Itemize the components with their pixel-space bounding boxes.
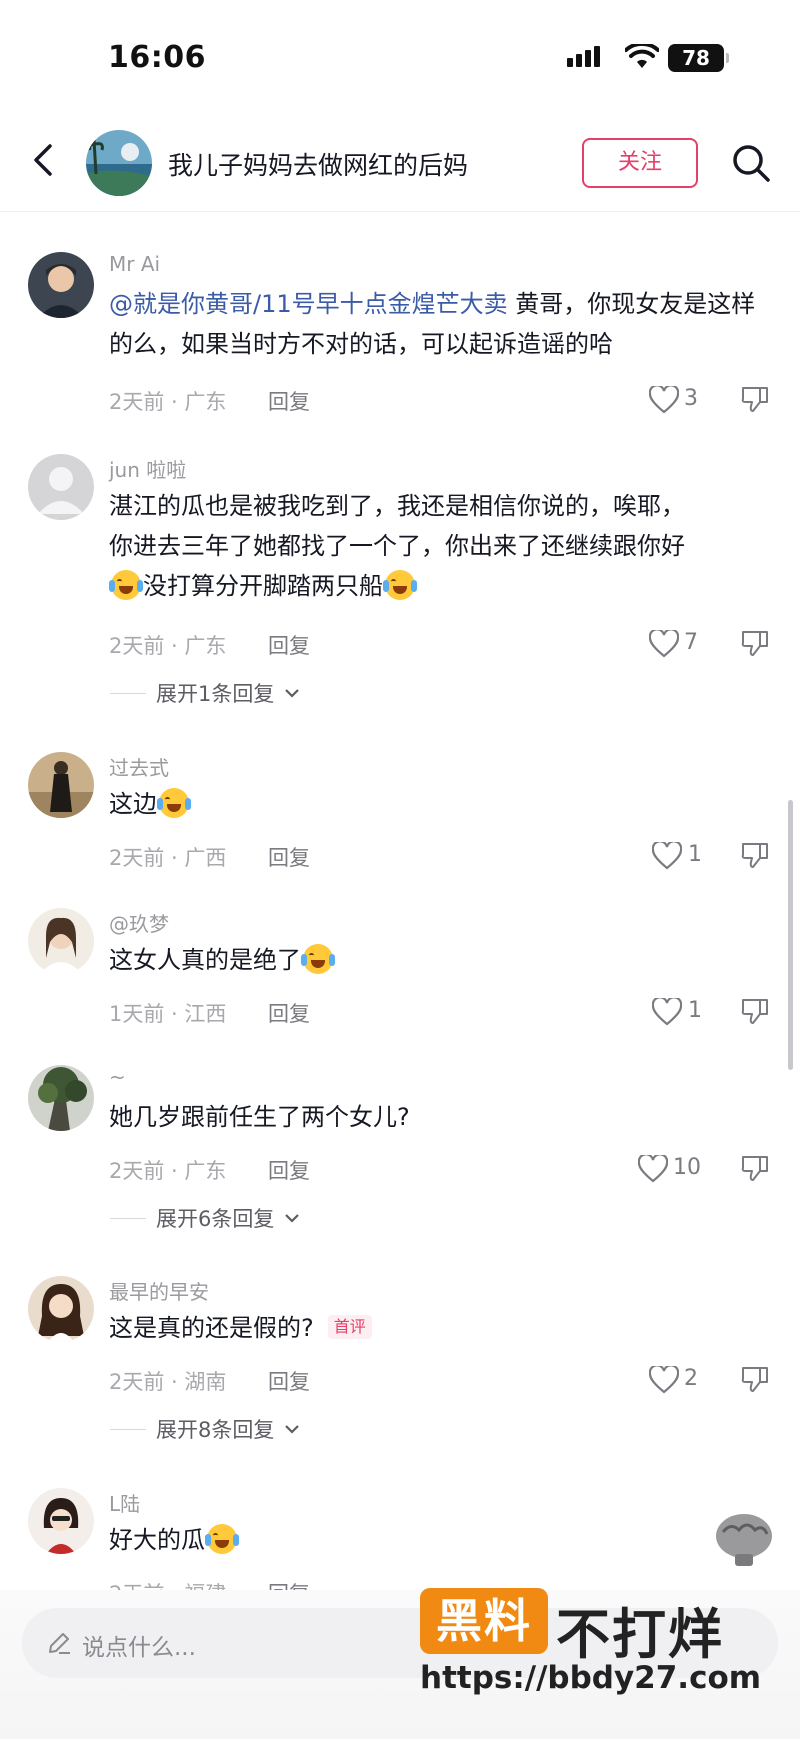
- status-time: 16:06: [108, 40, 206, 75]
- reply-button[interactable]: 回复: [268, 386, 310, 416]
- laughing-crying-emoji: [205, 1524, 239, 1554]
- follow-button[interactable]: 关注: [582, 138, 698, 188]
- comment-text: @就是你黄哥/11号早十点金煌芒大卖 黄哥，你现女友是这样的么，如果当时方不对的…: [109, 290, 756, 358]
- watermark-badge: 黑料: [420, 1588, 548, 1654]
- like-count: 1: [688, 842, 702, 867]
- laughing-crying-emoji: [383, 570, 417, 600]
- comment-meta: 2天前 · 湖南: [109, 1370, 227, 1394]
- reply-button[interactable]: 回复: [268, 630, 310, 660]
- pen-icon: [49, 1633, 70, 1654]
- comment-mention[interactable]: @就是你黄哥/11号早十点金煌芒大卖: [109, 290, 508, 318]
- comment-item: ~ 她几岁跟前任生了两个女儿? 2天前 · 广东 回复 10 展开6条回复: [0, 1065, 800, 1245]
- watermark: 黑料 不打烊 https://bbdy27.com: [420, 1588, 780, 1718]
- dislike-icon[interactable]: [740, 384, 770, 414]
- scrollbar[interactable]: [788, 800, 793, 1070]
- heart-icon[interactable]: [652, 842, 682, 870]
- chevron-down-icon: [285, 689, 300, 698]
- like-count: 2: [684, 1366, 698, 1391]
- comment-username[interactable]: 过去式: [109, 752, 169, 781]
- laughing-crying-emoji: [109, 570, 143, 600]
- author-avatar[interactable]: [86, 130, 152, 196]
- comment-username[interactable]: L陆: [109, 1488, 140, 1517]
- avatar[interactable]: [28, 454, 94, 520]
- avatar[interactable]: [28, 908, 94, 974]
- watermark-title: 不打烊: [556, 1603, 724, 1666]
- dislike-icon[interactable]: [740, 1364, 770, 1394]
- heart-icon[interactable]: [638, 1155, 668, 1183]
- floating-emoji-icon[interactable]: [713, 1510, 775, 1568]
- comment-username[interactable]: 最早的早安: [109, 1276, 209, 1305]
- comment-item: @玖梦 这女人真的是绝了 1天前 · 江西 回复 1: [0, 908, 800, 1038]
- comment-meta: 1天前 · 江西: [109, 1002, 227, 1026]
- expand-replies-button[interactable]: 展开1条回复: [110, 678, 300, 708]
- avatar[interactable]: [28, 1276, 94, 1342]
- comment-meta: 2天前 · 广东: [109, 390, 227, 414]
- input-placeholder: 说点什么...: [82, 1635, 196, 1661]
- like-count: 1: [688, 998, 702, 1023]
- heart-icon[interactable]: [649, 630, 679, 658]
- watermark-url: https://bbdy27.com: [420, 1660, 762, 1696]
- comment-meta: 2天前 · 广西: [109, 846, 227, 870]
- comment-item: 最早的早安 这是真的还是假的? 首评 2天前 · 湖南 回复 2 展开8条回复: [0, 1276, 800, 1456]
- comment-item: Mr Ai @就是你黄哥/11号早十点金煌芒大卖 黄哥，你现女友是这样的么，如果…: [0, 252, 800, 422]
- page-title: 我儿子妈妈去做网红的后妈: [168, 151, 469, 180]
- expand-replies-button[interactable]: 展开8条回复: [110, 1414, 300, 1444]
- avatar[interactable]: [28, 252, 94, 318]
- heart-icon[interactable]: [649, 386, 679, 414]
- status-bar: 16:06 78: [0, 0, 800, 110]
- reply-button[interactable]: 回复: [268, 842, 310, 872]
- first-comment-badge: 首评: [327, 1315, 372, 1339]
- comment-text: 这女人真的是绝了: [109, 940, 769, 980]
- comment-username[interactable]: @玖梦: [109, 908, 169, 937]
- like-count: 10: [673, 1155, 701, 1180]
- comment-meta: 2天前 · 广东: [109, 634, 227, 658]
- comment-text: 这是真的还是假的? 首评: [109, 1308, 769, 1348]
- chevron-down-icon: [285, 1425, 300, 1434]
- comment-item: L陆 好大的瓜 2天前 · 福建 回复: [0, 1488, 800, 1606]
- comment-text: 她几岁跟前任生了两个女儿?: [109, 1103, 410, 1131]
- wifi-icon: [625, 44, 659, 68]
- reply-button[interactable]: 回复: [268, 1155, 310, 1185]
- top-nav: 我儿子妈妈去做网红的后妈 关注: [0, 110, 800, 212]
- back-icon[interactable]: [24, 140, 64, 180]
- reply-button[interactable]: 回复: [268, 998, 310, 1028]
- reply-button[interactable]: 回复: [268, 1366, 310, 1396]
- battery-icon: 78: [668, 44, 729, 72]
- heart-icon[interactable]: [652, 998, 682, 1026]
- comment-item: 过去式 这边 2天前 · 广西 回复 1: [0, 752, 800, 882]
- comment-username[interactable]: jun 啦啦: [109, 454, 186, 483]
- search-icon[interactable]: [730, 142, 772, 184]
- avatar[interactable]: [28, 752, 94, 818]
- comment-text: 湛江的瓜也是被我吃到了，我还是相信你说的，唉耶， 你进去三年了她都找了一个了，你…: [109, 492, 685, 600]
- avatar[interactable]: [28, 1488, 94, 1554]
- avatar[interactable]: [28, 1065, 94, 1131]
- signal-icon: [567, 46, 600, 67]
- like-count: 3: [684, 386, 698, 411]
- laughing-crying-emoji: [157, 788, 191, 818]
- heart-icon[interactable]: [649, 1366, 679, 1394]
- chevron-down-icon: [285, 1214, 300, 1223]
- laughing-crying-emoji: [301, 944, 335, 974]
- comment-text: 好大的瓜: [109, 1520, 769, 1560]
- comment-text: 这边: [109, 784, 769, 824]
- comment-username[interactable]: ~: [109, 1065, 126, 1089]
- dislike-icon[interactable]: [740, 1153, 770, 1183]
- comment-meta: 2天前 · 广东: [109, 1159, 227, 1183]
- comment-item: jun 啦啦 湛江的瓜也是被我吃到了，我还是相信你说的，唉耶， 你进去三年了她都…: [0, 454, 800, 714]
- comment-username[interactable]: Mr Ai: [109, 252, 160, 276]
- dislike-icon[interactable]: [740, 628, 770, 658]
- dislike-icon[interactable]: [740, 996, 770, 1026]
- expand-replies-button[interactable]: 展开6条回复: [110, 1203, 300, 1233]
- dislike-icon[interactable]: [740, 840, 770, 870]
- like-count: 7: [684, 630, 698, 655]
